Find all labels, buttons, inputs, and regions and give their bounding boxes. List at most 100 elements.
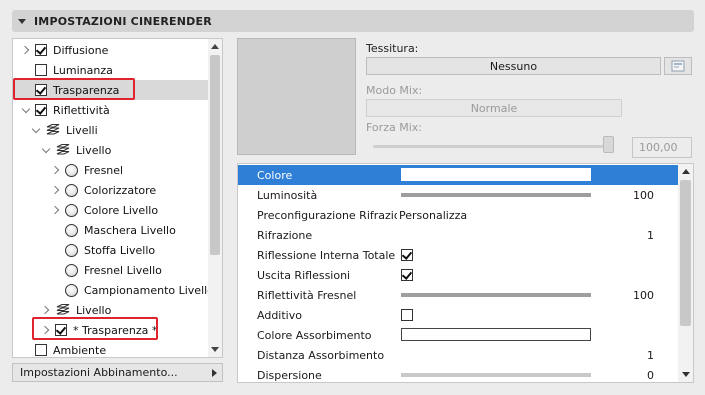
collapse-triangle-icon[interactable] [18,18,26,24]
property-row[interactable]: Rifrazione 1 [238,225,678,245]
scroll-down-icon[interactable] [211,347,219,352]
highlight-box-layer-transparency [32,317,158,340]
tree-scrollbar[interactable] [208,39,222,357]
sphere-icon [65,203,78,217]
tree-item-label: Livello [76,303,112,317]
chevron-down-icon[interactable] [41,145,51,155]
property-name: Riflettività Fresnel [257,288,357,302]
material-preview [237,38,356,155]
layers-icon [56,304,70,315]
tree-item[interactable]: Riflettività [13,100,110,120]
tree-item[interactable]: Livelli [13,120,98,140]
highlight-box-transparency [13,78,135,100]
tree-item-label: Campionamento Livello [84,283,214,297]
chevron-right-icon[interactable] [21,45,31,55]
tree-item[interactable]: Livello [13,140,111,160]
property-value[interactable]: Personalizza [399,209,467,222]
color-swatch[interactable] [401,168,591,181]
property-row[interactable]: Colore [238,165,678,185]
property-checkbox[interactable] [401,309,413,321]
scroll-up-icon[interactable] [682,169,690,174]
chevron-right-icon[interactable] [51,185,61,195]
tree-item[interactable]: Campionamento Livello [13,280,214,300]
scroll-up-icon[interactable] [211,44,219,49]
layers-icon [56,144,70,155]
property-grid[interactable]: Colore Luminosità 100 Preconfigurazione Rif… [237,163,694,383]
tree-item-label: Maschera Livello [84,223,176,237]
tree-item[interactable]: Colorizzatore [13,180,156,200]
mix-strength-slider-thumb[interactable] [603,136,614,153]
chevron-down-icon[interactable] [31,125,41,135]
image-icon [671,60,685,72]
property-checkbox[interactable] [401,269,413,281]
tree-item[interactable]: Luminanza [13,60,113,80]
tree-item-label: Colorizzatore [84,183,157,197]
tree-item[interactable]: Fresnel [13,160,123,180]
grid-scrollbar[interactable] [678,164,693,382]
property-value[interactable]: 1 [647,229,654,242]
property-name: Dispersione [257,368,322,382]
tree-item-checkbox[interactable] [35,64,47,76]
property-slider[interactable] [401,293,591,297]
scroll-thumb[interactable] [210,55,220,255]
texture-browse-button[interactable] [664,57,692,75]
tree-item-label: Fresnel [84,163,124,177]
mix-strength-label: Forza Mix: [366,121,422,134]
tree-item[interactable]: Ambiente [13,340,107,357]
property-row[interactable]: Uscita Riflessioni [238,265,678,285]
scroll-down-icon[interactable] [682,372,690,377]
sphere-icon [65,223,78,237]
property-row[interactable]: Preconfigurazione RifrazionePersonalizza [238,205,678,225]
property-name: Distanza Assorbimento [257,348,385,362]
tree-item-label: Ambiente [53,343,107,357]
mix-mode-label: Modo Mix: [366,84,423,97]
mix-mode-select[interactable]: Normale [366,99,622,117]
property-value[interactable]: 100 [633,289,654,302]
property-row[interactable]: Riflessione Interna Totale [238,245,678,265]
property-row[interactable]: Riflettività Fresnel 100 [238,285,678,305]
property-row[interactable]: Distanza Assorbimento 1 [238,345,678,365]
chevron-right-icon[interactable] [51,165,61,175]
chevron-right-icon[interactable] [41,305,51,315]
matching-settings-label: Impostazioni Abbinamento... [20,366,178,379]
mix-strength-slider[interactable] [373,145,611,148]
tree-item-label: Livello [76,143,112,157]
property-checkbox[interactable] [401,249,413,261]
mix-strength-input[interactable]: 100,00 [632,137,692,158]
chevron-right-icon[interactable] [51,205,61,215]
tree-item[interactable]: Diffusione [13,40,108,60]
tree-item[interactable]: Colore Livello [13,200,158,220]
property-row[interactable]: Luminosità 100 [238,185,678,205]
property-value[interactable]: 100 [633,189,654,202]
property-name: Uscita Riflessioni [257,268,351,282]
section-header[interactable]: IMPOSTAZIONI CINERENDER [12,10,694,32]
property-row[interactable]: Colore Assorbimento [238,325,678,345]
texture-select[interactable]: Nessuno [366,57,661,75]
tree-item-label: Colore Livello [84,203,159,217]
property-slider[interactable] [401,373,591,377]
tree-item-label: Riflettività [53,103,110,117]
sphere-icon [65,163,78,177]
property-row[interactable]: Dispersione 0 [238,365,678,382]
slider-fill [401,293,591,297]
tree-item-checkbox[interactable] [35,44,47,56]
scroll-thumb[interactable] [680,180,691,326]
property-value[interactable]: 1 [647,349,654,362]
property-row[interactable]: Additivo [238,305,678,325]
matching-settings-button[interactable]: Impostazioni Abbinamento... [12,363,223,382]
tree-item[interactable]: Fresnel Livello [13,260,162,280]
property-slider[interactable] [401,193,591,197]
tree-item-checkbox[interactable] [35,344,47,356]
chevron-down-icon[interactable] [21,105,31,115]
layers-icon [46,124,60,135]
color-swatch[interactable] [401,328,591,341]
tree-item[interactable]: Stoffa Livello [13,240,155,260]
tree-item-checkbox[interactable] [35,104,47,116]
property-name: Colore Assorbimento [257,328,372,342]
tree-item[interactable]: Maschera Livello [13,220,176,240]
property-value[interactable]: 0 [647,369,654,382]
